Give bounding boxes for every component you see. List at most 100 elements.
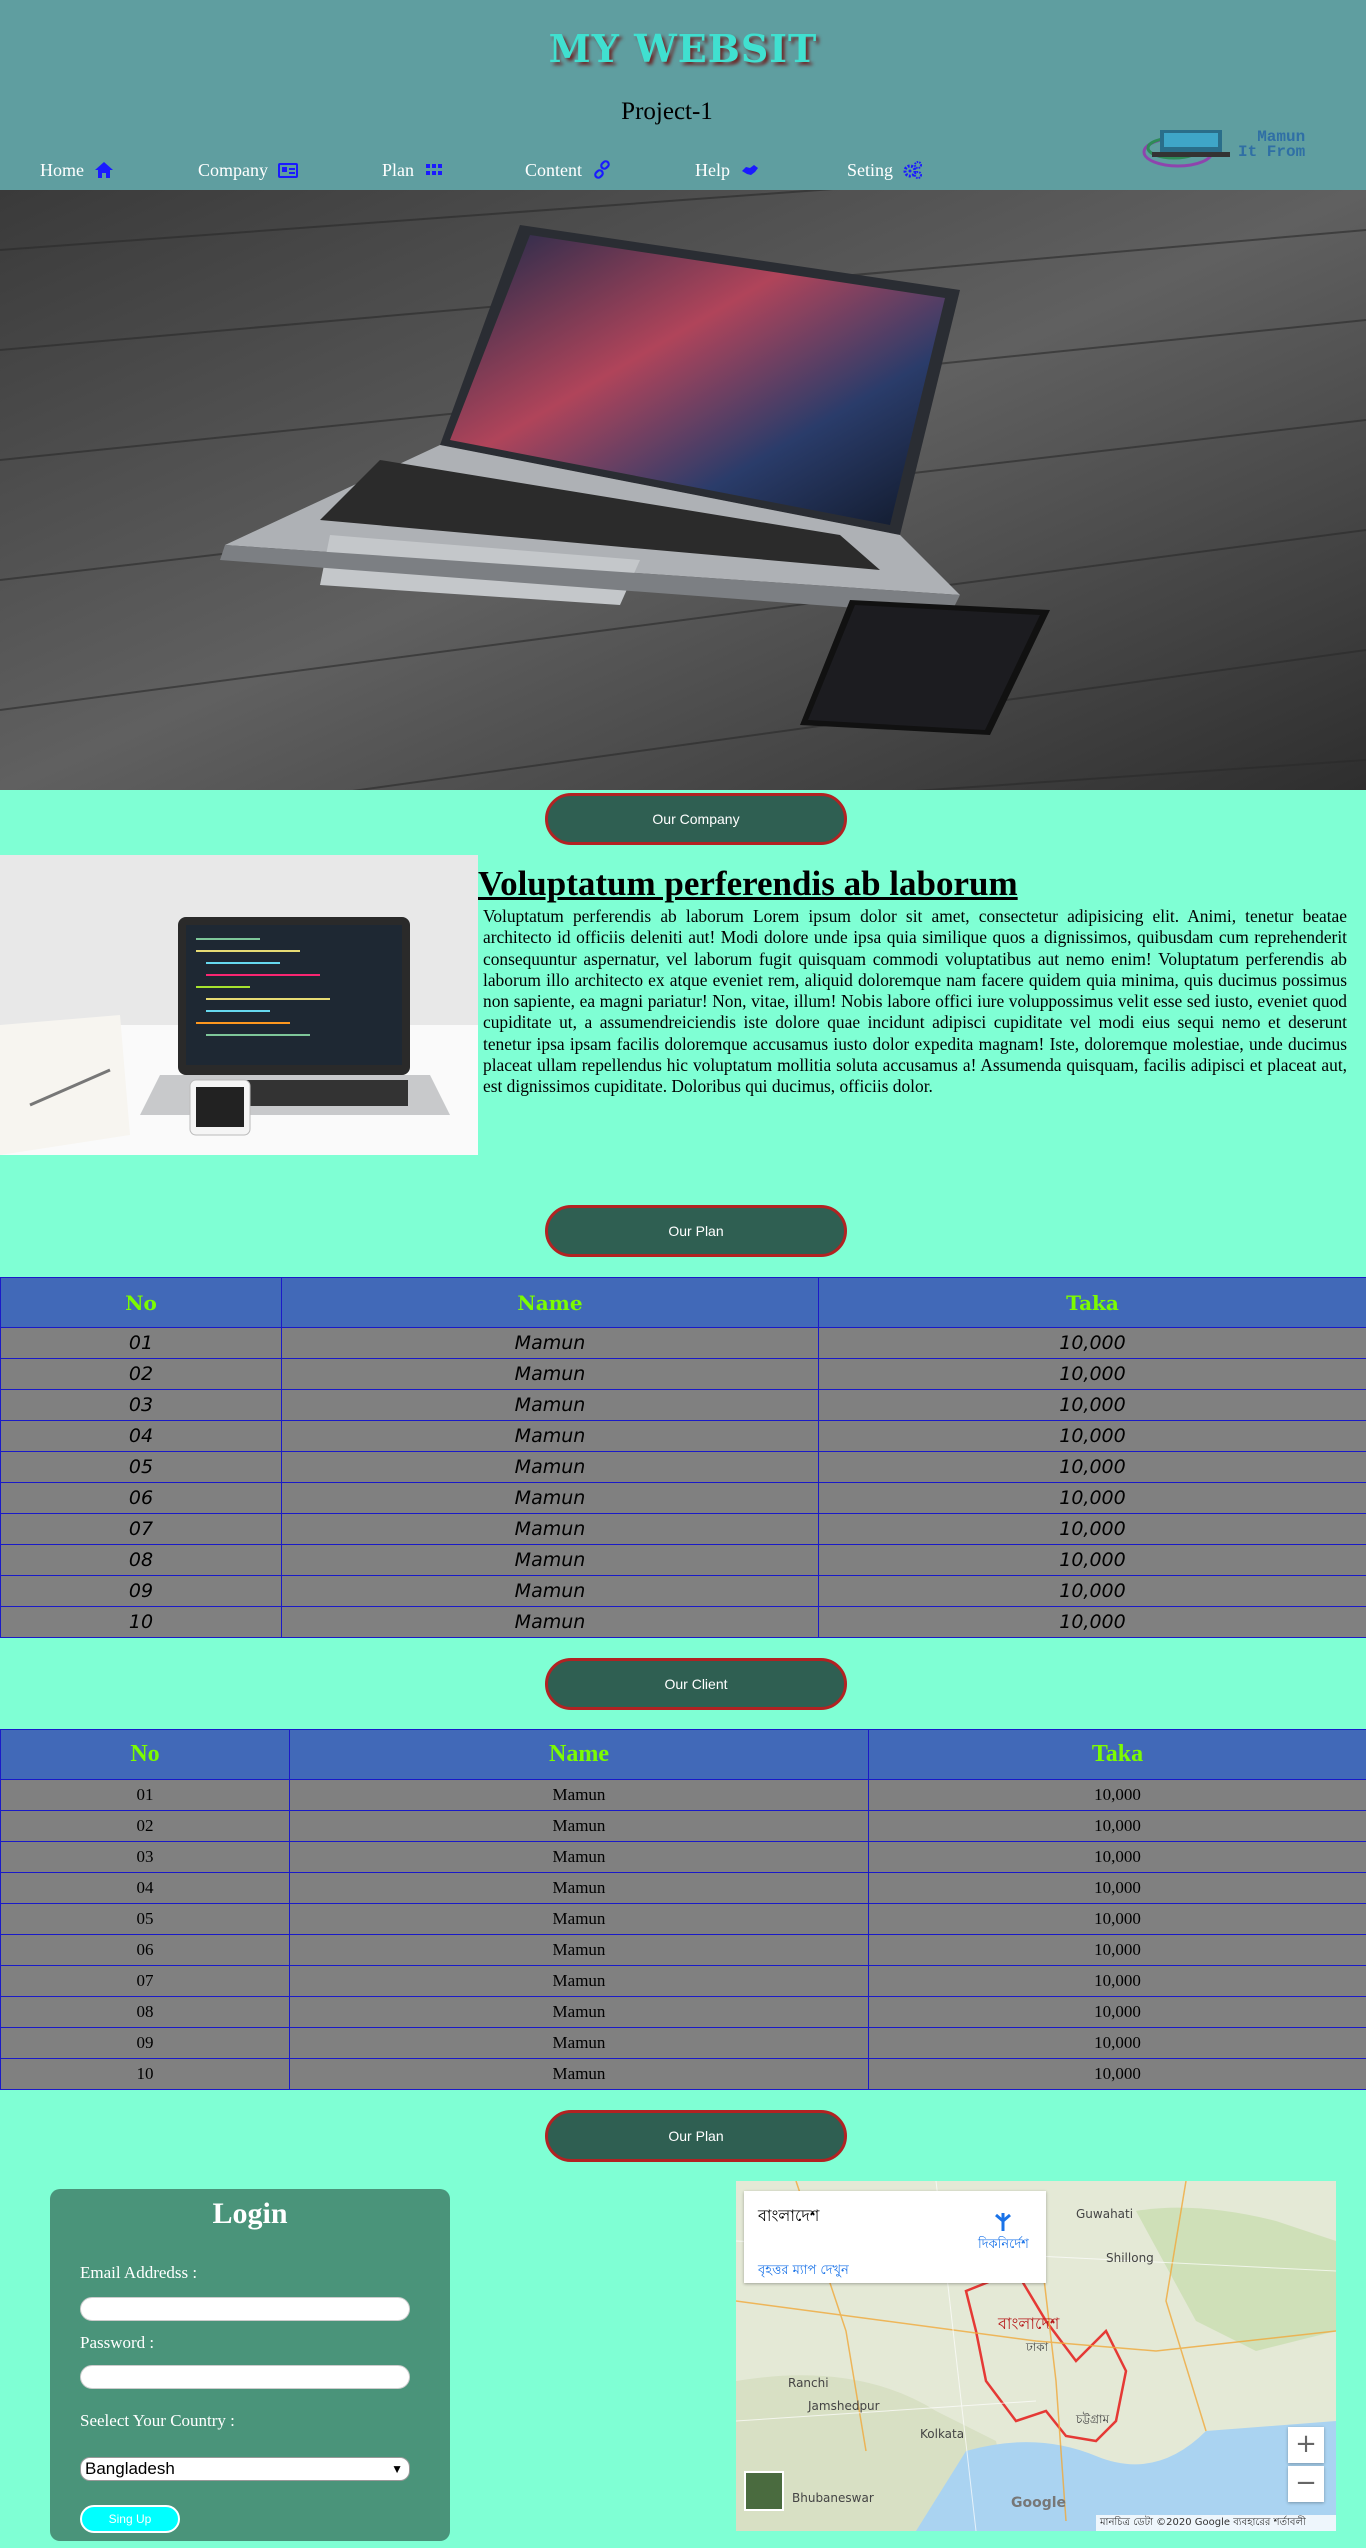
nav-label: Company (198, 160, 268, 180)
map-label: Shillong (1106, 2251, 1154, 2265)
nav-item-help[interactable]: Help (695, 156, 760, 184)
cell-taka: 10,000 (868, 1810, 1366, 1842)
login-form: Login Email Addredss : Password : Seelec… (50, 2189, 450, 2541)
laptop-phone-photo (0, 190, 1366, 790)
column-header: Name (289, 1729, 869, 1780)
login-title: Login (212, 2197, 288, 2230)
column-header: No (0, 1729, 290, 1780)
table-row: 06 Mamun 10,000 (0, 1934, 1366, 1966)
client-table: No Name Taka 01 Mamun 10,000 02 Mamun 10,000… (0, 1729, 1366, 2090)
table-row: 04 Mamun 10,000 (0, 1872, 1366, 1904)
cell-name: Mamun (289, 1841, 869, 1873)
project-name: Project-1 (621, 98, 713, 125)
nav-label: Plan (382, 160, 415, 180)
cell-taka: 10,000 (868, 1779, 1366, 1811)
larger-map-link[interactable]: বৃহত্তর ম্যাপ দেখুন (758, 2261, 849, 2282)
cell-taka: 10,000 (818, 1358, 1366, 1390)
cell-taka: 10,000 (818, 1451, 1366, 1483)
map-info-card: বাংলাদেশ দিকনির্দেশ বৃহত্তর ম্যাপ দেখুন (744, 2191, 1046, 2283)
our-plan-button-2[interactable]: Our Plan (545, 2110, 847, 2162)
cell-no: 10 (0, 1606, 282, 1638)
brand-logo[interactable]: Mamun It From (1138, 118, 1358, 178)
cell-no: 05 (0, 1903, 290, 1935)
logo-text-line: It From (1238, 143, 1306, 161)
table-row: 02 Mamun 10,000 (0, 1358, 1366, 1390)
zoom-in-button[interactable]: + (1288, 2427, 1324, 2463)
our-client-button[interactable]: Our Client (545, 1658, 847, 1710)
table-row: 09 Mamun 10,000 (0, 2027, 1366, 2059)
cell-no: 02 (0, 1358, 282, 1390)
cell-taka: 10,000 (818, 1544, 1366, 1576)
table-row: 07 Mamun 10,000 (0, 1965, 1366, 1997)
cell-name: Mamun (281, 1513, 819, 1545)
cell-taka: 10,000 (868, 2027, 1366, 2059)
table-header-row: No Name Taka (0, 1277, 1366, 1328)
cell-name: Mamun (289, 1934, 869, 1966)
country-select[interactable]: Bangladesh ▼ (80, 2457, 410, 2481)
cell-taka: 10,000 (818, 1389, 1366, 1421)
cell-no: 07 (0, 1965, 290, 1997)
nav-label: Home (40, 160, 84, 180)
table-row: 01 Mamun 10,000 (0, 1327, 1366, 1359)
laptop-desk-photo (0, 855, 478, 1155)
nav-item-content[interactable]: Content (525, 156, 612, 184)
cell-no: 01 (0, 1779, 290, 1811)
cell-name: Mamun (289, 2058, 869, 2090)
cell-no: 04 (0, 1420, 282, 1452)
cell-no: 01 (0, 1327, 282, 1359)
table-row: 10 Mamun 10,000 (0, 1606, 1366, 1638)
nav-label: Content (525, 160, 582, 180)
cell-no: 08 (0, 1996, 290, 2028)
directions-link[interactable]: দিকনির্দেশ (978, 2235, 1029, 2256)
map-label: চট্টগ্রাম (1076, 2412, 1110, 2426)
email-field[interactable] (80, 2297, 410, 2321)
country-select-value: Bangladesh (85, 2459, 175, 2478)
nav-label: Seting (847, 160, 894, 180)
map-place-name: বাংলাদেশ (758, 2206, 820, 2225)
hero-image (0, 190, 1366, 790)
table-row: 05 Mamun 10,000 (0, 1451, 1366, 1483)
embedded-map[interactable]: Guwahati Shillong Ranchi Jamshedpur Kolk… (736, 2181, 1336, 2531)
country-label: Seelect Your Country : (80, 2411, 235, 2430)
cell-name: Mamun (289, 1996, 869, 2028)
about-paragraph: Voluptatum perferendis ab laborum Lorem … (483, 906, 1347, 1097)
nav-item-company[interactable]: Company (198, 156, 298, 184)
table-row: 03 Mamun 10,000 (0, 1841, 1366, 1873)
password-field[interactable] (80, 2365, 410, 2389)
our-company-button[interactable]: Our Company (545, 793, 847, 845)
nav-item-home[interactable]: Home (40, 156, 114, 184)
map-label: বাংলাদেশ (998, 2314, 1060, 2333)
table-row: 06 Mamun 10,000 (0, 1482, 1366, 1514)
cell-name: Mamun (281, 1606, 819, 1638)
satellite-toggle[interactable] (744, 2471, 784, 2511)
map-label: Jamshedpur (808, 2399, 880, 2413)
cell-name: Mamun (289, 2027, 869, 2059)
email-label: Email Addredss : (80, 2263, 198, 2282)
cell-no: 09 (0, 1575, 282, 1607)
sign-up-button[interactable]: Sing Up (80, 2505, 180, 2533)
cell-taka: 10,000 (868, 1903, 1366, 1935)
cell-taka: 10,000 (818, 1575, 1366, 1607)
directions-icon[interactable] (992, 2211, 1014, 2233)
plan-table: No Name Taka 01 Mamun 10,000 02 Mamun 10,000… (0, 1277, 1366, 1638)
nav-item-plan[interactable]: Plan (382, 156, 444, 184)
cell-taka: 10,000 (818, 1482, 1366, 1514)
column-header: No (0, 1277, 282, 1328)
map-attribution: মানচিত্র ডেটা ©2020 Google ব্যবহারের শর্… (1096, 2515, 1336, 2531)
home-icon (95, 162, 113, 178)
logo-mark-icon (1142, 130, 1230, 168)
cell-taka: 10,000 (868, 1965, 1366, 1997)
cell-name: Mamun (281, 1389, 819, 1421)
table-row: 08 Mamun 10,000 (0, 1996, 1366, 2028)
google-logo: Google (1011, 2495, 1067, 2511)
cell-name: Mamun (281, 1327, 819, 1359)
nav-item-seting[interactable]: Seting (847, 156, 923, 184)
our-plan-button[interactable]: Our Plan (545, 1205, 847, 1257)
map-label: Ranchi (788, 2376, 829, 2390)
table-row: 02 Mamun 10,000 (0, 1810, 1366, 1842)
cell-name: Mamun (289, 1872, 869, 1904)
table-row: 05 Mamun 10,000 (0, 1903, 1366, 1935)
zoom-out-button[interactable]: − (1288, 2466, 1324, 2502)
table-row: 01 Mamun 10,000 (0, 1779, 1366, 1811)
map-label: ঢাকা (1026, 2340, 1049, 2354)
